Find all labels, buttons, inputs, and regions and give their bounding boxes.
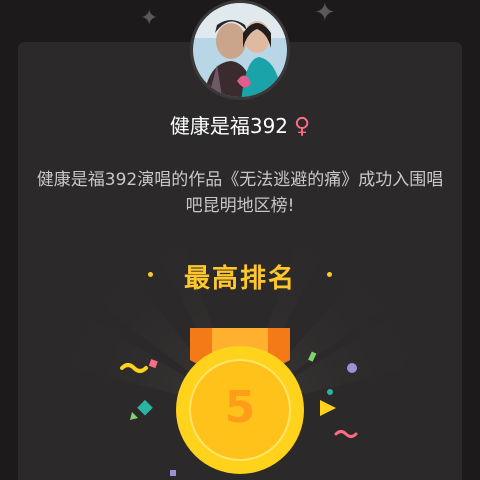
rank-value: 5: [224, 382, 256, 433]
share-card-screen: ✦ ✦ 健康是福392 ♀ 健康是福392演唱的作品《无法逃避的痛》成功入围唱吧…: [0, 0, 480, 480]
